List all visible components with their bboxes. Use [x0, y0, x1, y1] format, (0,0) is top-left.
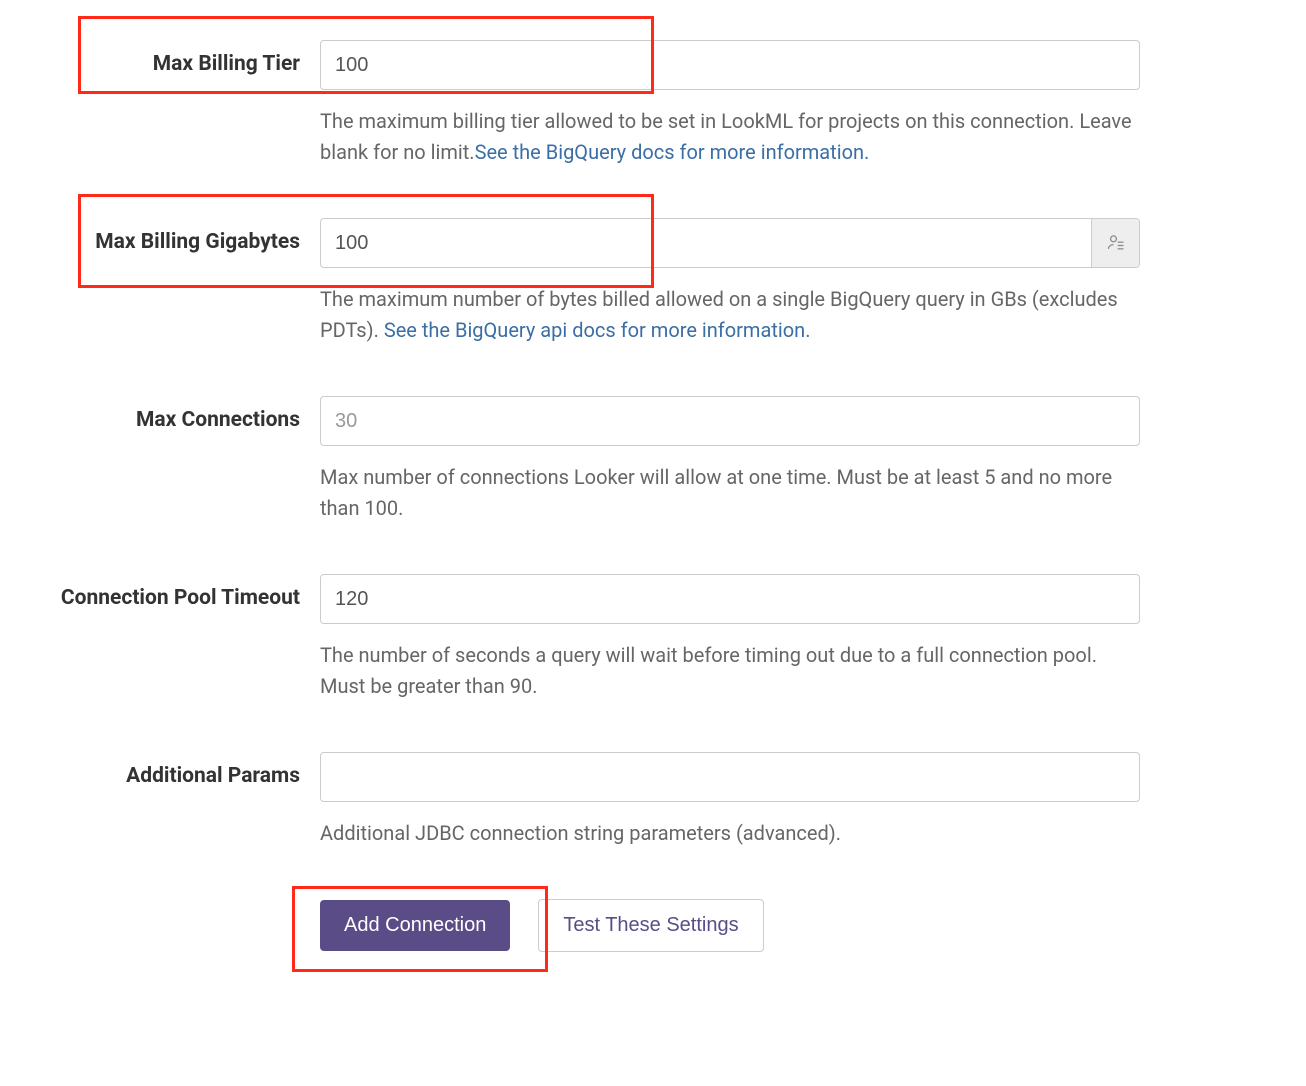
max-connections-help: Max number of connections Looker will al… [320, 462, 1140, 524]
add-connection-button[interactable]: Add Connection [320, 900, 510, 951]
max-billing-gigabytes-help: The maximum number of bytes billed allow… [320, 284, 1140, 346]
additional-params-label: Additional Params [126, 764, 300, 788]
max-billing-tier-input[interactable] [320, 40, 1140, 90]
max-billing-gigabytes-label: Max Billing Gigabytes [95, 230, 300, 254]
test-settings-button[interactable]: Test These Settings [538, 899, 763, 952]
max-connections-input[interactable] [320, 396, 1140, 446]
bigquery-docs-link[interactable]: See the BigQuery docs for more informati… [475, 140, 870, 164]
additional-params-input[interactable] [320, 752, 1140, 802]
max-billing-gigabytes-input[interactable] [320, 218, 1140, 268]
additional-params-help: Additional JDBC connection string parame… [320, 818, 1140, 849]
max-billing-tier-label: Max Billing Tier [153, 52, 300, 76]
connection-pool-timeout-input[interactable] [320, 574, 1140, 624]
autofill-contacts-icon[interactable] [1091, 219, 1139, 267]
bigquery-api-docs-link[interactable]: See the BigQuery api docs for more infor… [384, 318, 811, 342]
connection-pool-timeout-help: The number of seconds a query will wait … [320, 640, 1140, 702]
max-billing-tier-help: The maximum billing tier allowed to be s… [320, 106, 1140, 168]
max-connections-label: Max Connections [136, 408, 300, 432]
connection-pool-timeout-label: Connection Pool Timeout [61, 586, 300, 610]
